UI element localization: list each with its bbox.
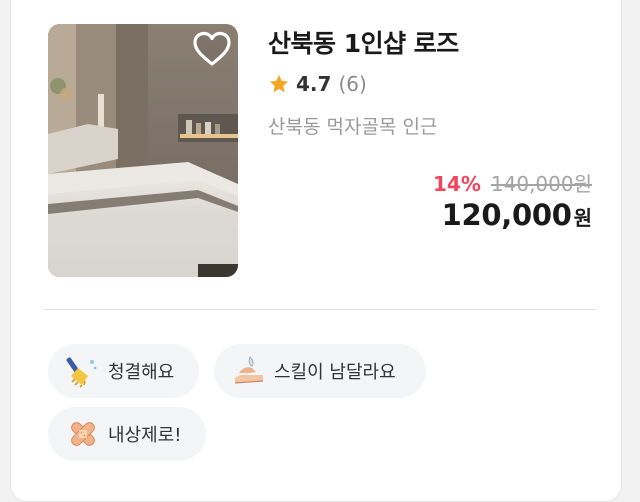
tag-chip-no-injury[interactable]: 내상제로!	[48, 407, 206, 461]
price-value: 120,000	[441, 198, 572, 232]
tag-label: 스킬이 남달라요	[274, 362, 396, 383]
location-text: 산북동 먹자골목 인근	[268, 116, 438, 138]
discount-rate: 14%	[433, 172, 481, 196]
tag-chip-skill[interactable]: 스킬이 남달라요	[214, 344, 426, 398]
final-price: 120,000 원	[442, 198, 592, 232]
bandage-icon	[71, 422, 95, 446]
original-price: 140,000원	[490, 172, 592, 196]
price-discount-row: 14% 140,000원	[433, 168, 592, 197]
product-title[interactable]: 산북동 1인샵 로즈	[268, 24, 459, 60]
rating-score: 4.7	[296, 72, 332, 96]
divider	[44, 309, 596, 310]
massage-hands-icon	[234, 356, 264, 384]
rating-row: 4.7 (6)	[268, 72, 367, 96]
heart-icon[interactable]	[192, 30, 232, 68]
tag-label: 내상제로!	[108, 425, 182, 446]
broom-icon	[66, 357, 97, 388]
price-currency: 원	[573, 206, 592, 230]
tag-chip-clean[interactable]: 청결해요	[48, 344, 199, 398]
review-count: (6)	[338, 72, 367, 96]
tag-label: 청결해요	[108, 362, 175, 383]
star-icon	[269, 74, 289, 93]
